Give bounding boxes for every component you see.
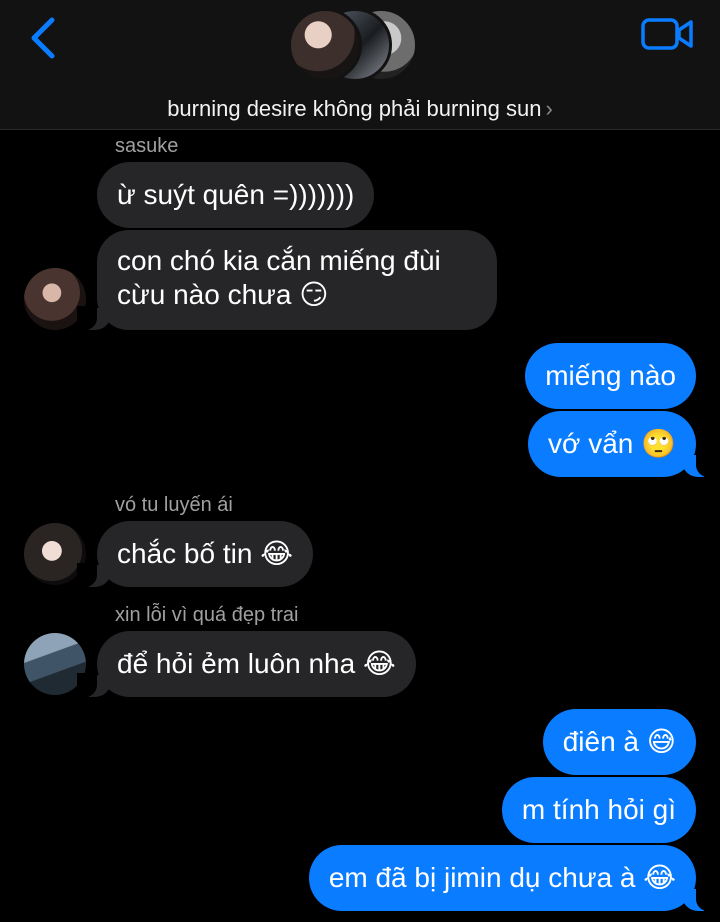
- chevron-left-icon[interactable]: [24, 14, 64, 62]
- chevron-right-icon: ›: [545, 96, 553, 121]
- message-text: ừ suýt quên =))))))): [117, 179, 355, 210]
- message-bubble-incoming[interactable]: để hỏi ẻm luôn nha 😂: [77, 631, 416, 697]
- message-bubble-outgoing[interactable]: miếng nào: [525, 343, 696, 409]
- eye-roll-emoji: 🙄: [641, 427, 676, 460]
- chat-title[interactable]: burning desire không phải burning sun ›: [0, 96, 720, 122]
- grin-sweat-emoji: 😅: [646, 725, 676, 758]
- laughing-tears-emoji: 😂: [643, 861, 676, 894]
- sender-name: sasuke: [115, 135, 179, 157]
- message-text: để hỏi ẻm luôn nha: [117, 648, 356, 679]
- sender-name: vó tu luyến ái: [115, 494, 233, 516]
- message-bubble-incoming[interactable]: con chó kia cắn miếng đùi cừu nào chưa 😏: [77, 230, 497, 330]
- message-bubble-incoming[interactable]: chắc bố tin 😂: [77, 521, 313, 587]
- message-text: em đã bị jimin dụ chưa à: [328, 862, 636, 893]
- chat-header: burning desire không phải burning sun ›: [0, 0, 720, 130]
- message-bubble-outgoing[interactable]: vớ vẩn 🙄: [528, 411, 716, 477]
- message-bubble-incoming[interactable]: ừ suýt quên =))))))): [97, 162, 375, 228]
- group-name: burning desire không phải burning sun: [167, 96, 542, 121]
- sender-name: xin lỗi vì quá đẹp trai: [115, 604, 299, 626]
- message-text: con chó kia cắn miếng đùi cừu nào chưa: [117, 245, 441, 310]
- laughing-tears-emoji: 😂: [362, 647, 396, 680]
- message-text: chắc bố tin: [117, 538, 253, 569]
- message-text: m tính hỏi gì: [521, 794, 676, 825]
- message-text: điên à: [562, 726, 640, 757]
- video-camera-icon[interactable]: [640, 14, 696, 54]
- message-text: vớ vẩn: [548, 428, 634, 459]
- message-bubble-outgoing[interactable]: em đã bị jimin dụ chưa à 😂: [308, 845, 717, 911]
- laughing-tears-emoji: 😂: [260, 537, 293, 570]
- group-avatar[interactable]: [288, 8, 438, 88]
- message-bubble-outgoing[interactable]: điên à 😅: [542, 709, 696, 775]
- message-text: miếng nào: [545, 360, 676, 391]
- avatar: [288, 8, 362, 82]
- smirk-emoji: 😏: [299, 278, 329, 311]
- message-bubble-outgoing[interactable]: m tính hỏi gì: [501, 777, 696, 843]
